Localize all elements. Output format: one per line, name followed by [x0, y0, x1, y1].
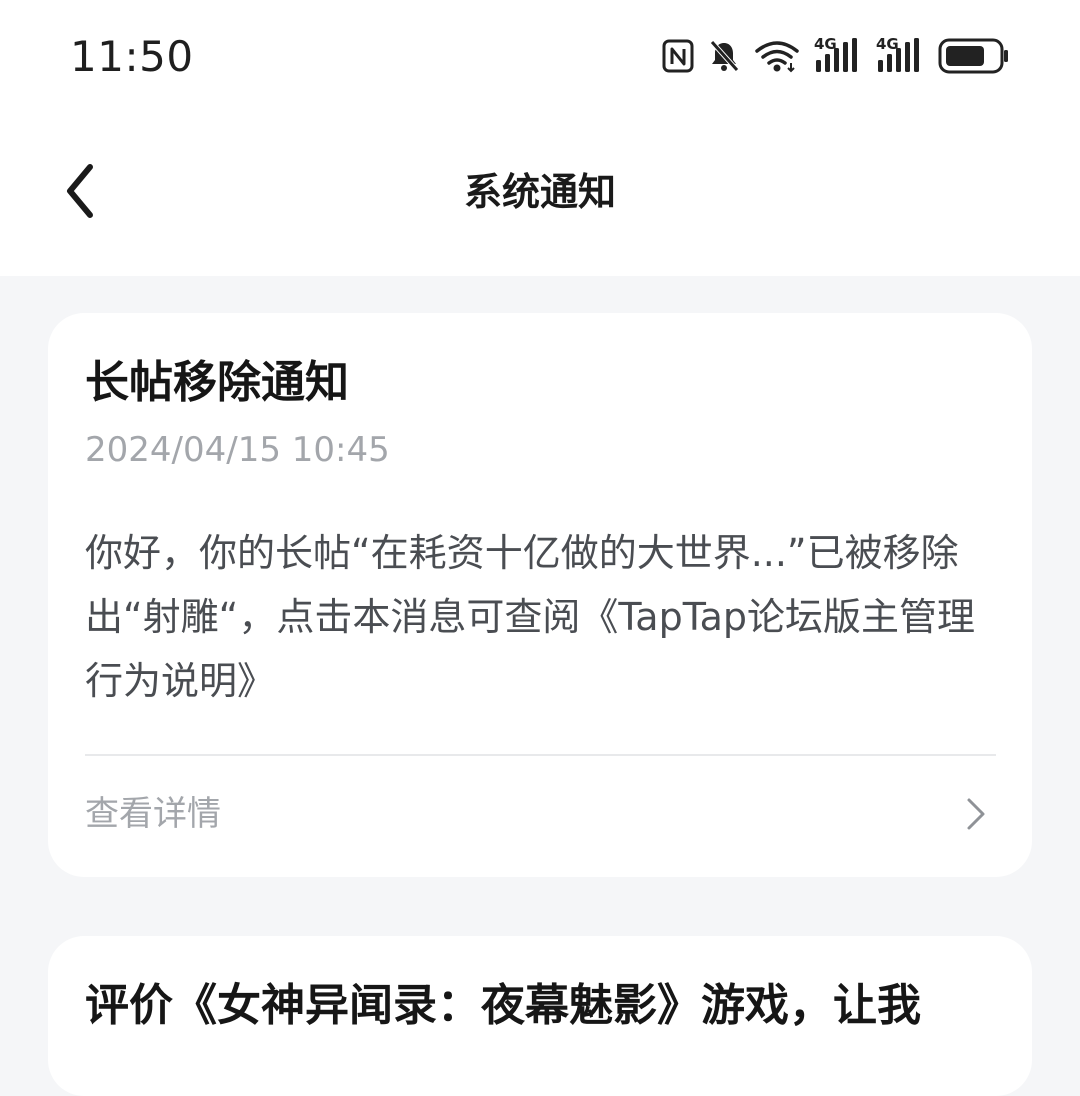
chevron-right-icon [964, 796, 988, 832]
status-time: 11:50 [70, 32, 194, 81]
notification-body: 你好，你的长帖“在耗资十亿做的大世界...”已被移除出“射雕“，点击本消息可查阅… [85, 531, 976, 703]
view-details-row[interactable]: 查看详情 [48, 756, 1032, 877]
bell-muted-icon [708, 39, 740, 73]
battery-icon [938, 37, 1010, 75]
notification-title: 长帖移除通知 [85, 357, 349, 408]
page-title: 系统通知 [463, 170, 616, 214]
wifi-icon [754, 39, 800, 73]
signal-4g-icon: 4G [814, 36, 862, 74]
header-area: 11:50 4G 4G 系统通知 [0, 0, 1080, 276]
signal-4g-icon: 4G [876, 36, 924, 74]
view-details-label: 查看详情 [85, 794, 221, 834]
nfc-icon [662, 39, 694, 73]
notification-card[interactable]: 评价《女神异闻录：夜幕魅影》游戏，让我 [48, 936, 1032, 1096]
nav-bar: 系统通知 [0, 140, 1080, 250]
notification-card[interactable]: 长帖移除通知 2024/04/15 10:45 你好，你的长帖“在耗资十亿做的大… [48, 313, 1032, 877]
notification-title: 评价《女神异闻录：夜幕魅影》游戏，让我 [85, 980, 921, 1031]
status-icons: 4G 4G [662, 34, 1010, 78]
notification-time: 2024/04/15 10:45 [85, 430, 390, 470]
status-bar: 11:50 4G 4G [0, 0, 1080, 110]
